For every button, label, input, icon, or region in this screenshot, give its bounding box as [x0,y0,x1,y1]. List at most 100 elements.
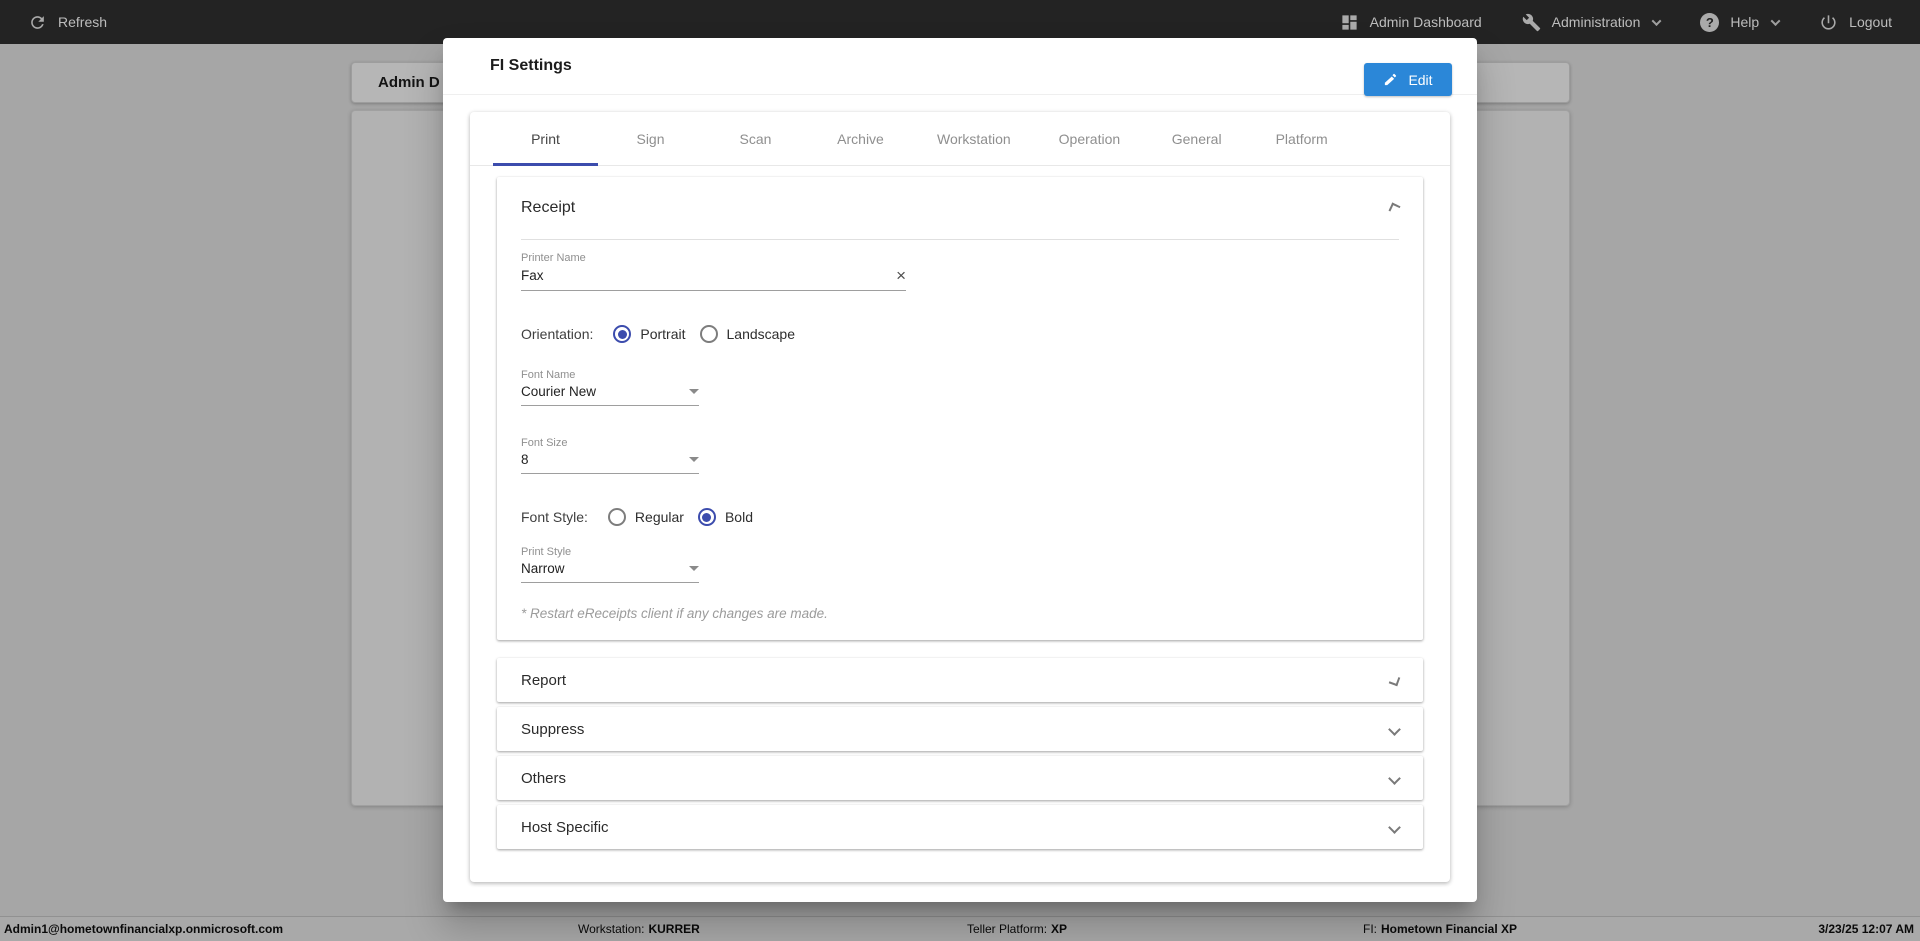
help-menu[interactable]: ? Help [1700,13,1779,32]
font-name-select[interactable]: Font Name Courier New [521,369,699,406]
radio-bold[interactable]: Bold [698,508,753,526]
font-size-value: 8 [521,452,529,467]
print-settings-sections: Receipt Printer Name Fax × [470,166,1450,849]
radio-regular[interactable]: Regular [608,508,684,526]
chevron-down-icon [1388,772,1401,785]
statusbar-workstation: Workstation: KURRER [578,922,700,936]
refresh-icon [28,13,47,32]
radio-selected-icon [698,508,716,526]
print-style-value: Narrow [521,561,565,576]
tab-operation[interactable]: Operation [1035,112,1144,165]
orientation-group: Orientation: Portrait Landscape [521,325,1399,343]
refresh-label: Refresh [58,14,107,30]
receipt-panel-title: Receipt [521,199,575,217]
chevron-down-icon [1388,723,1401,736]
font-size-label: Font Size [521,437,699,449]
orientation-label: Orientation: [521,326,593,342]
help-label: Help [1730,14,1759,30]
radio-unselected-icon [608,508,626,526]
statusbar: Admin1@hometownfinancialxp.onmicrosoft.c… [0,916,1920,941]
dropdown-arrow-icon[interactable] [689,566,699,571]
tab-sign[interactable]: Sign [598,112,703,165]
background-page-title: Admin D [378,74,440,91]
font-size-select[interactable]: Font Size 8 [521,437,699,474]
statusbar-fi: FI: Hometown Financial XP [1363,922,1517,936]
workstation-label: Workstation: [578,922,644,936]
host-specific-panel-title: Host Specific [521,819,609,836]
edit-button-label: Edit [1408,72,1432,88]
radio-portrait-label: Portrait [640,326,685,342]
pencil-icon [1383,72,1398,87]
tab-general[interactable]: General [1144,112,1249,165]
administration-menu[interactable]: Administration [1522,13,1661,32]
help-icon: ? [1700,13,1719,32]
suppress-panel-title: Suppress [521,721,584,738]
others-panel-header[interactable]: Others [497,756,1423,800]
fi-label: FI: [1363,922,1377,936]
font-name-value: Courier New [521,384,596,399]
printer-name-label: Printer Name [521,252,906,264]
radio-selected-icon [613,325,631,343]
dialog-title: FI Settings [490,57,572,75]
statusbar-user: Admin1@hometownfinancialxp.onmicrosoft.c… [4,922,283,936]
teller-platform-value: XP [1051,922,1067,936]
print-style-select[interactable]: Print Style Narrow [521,546,699,583]
chevron-down-icon [1652,16,1662,26]
fi-value: Hometown Financial XP [1381,922,1517,936]
dialog-header: FI Settings Edit [443,38,1477,95]
others-panel: Others [497,756,1423,800]
power-icon [1819,13,1838,32]
receipt-panel-header[interactable]: Receipt [497,177,1423,239]
font-style-group: Font Style: Regular Bold [521,508,1399,526]
expand-icon [1389,674,1401,686]
restart-note: * Restart eReceipts client if any change… [521,606,1399,640]
dropdown-arrow-icon[interactable] [689,457,699,462]
print-style-label: Print Style [521,546,699,558]
tab-scan[interactable]: Scan [703,112,808,165]
admin-dashboard-label: Admin Dashboard [1370,14,1482,30]
settings-tabs: Print Sign Scan Archive Workstation Oper… [470,112,1450,166]
radio-regular-label: Regular [635,509,684,525]
receipt-panel: Receipt Printer Name Fax × [497,177,1423,640]
radio-landscape[interactable]: Landscape [700,325,796,343]
teller-platform-label: Teller Platform: [967,922,1047,936]
admin-dashboard-button[interactable]: Admin Dashboard [1340,13,1482,32]
host-specific-panel-header[interactable]: Host Specific [497,805,1423,849]
topbar-nav: Admin Dashboard Administration ? Help Lo… [1340,13,1892,32]
dashboard-icon [1340,13,1359,32]
receipt-panel-body: Printer Name Fax × Orientation: Portrait [497,240,1423,640]
collapse-icon [1389,202,1401,214]
radio-portrait[interactable]: Portrait [613,325,685,343]
report-panel-header[interactable]: Report [497,658,1423,702]
refresh-button[interactable]: Refresh [28,13,107,32]
tab-archive[interactable]: Archive [808,112,913,165]
report-panel-title: Report [521,672,566,689]
report-panel: Report [497,658,1423,702]
printer-name-input[interactable]: Fax × [521,264,906,291]
chevron-down-icon [1771,16,1781,26]
host-specific-panel: Host Specific [497,805,1423,849]
font-style-label: Font Style: [521,509,588,525]
workstation-value: KURRER [648,922,699,936]
dropdown-arrow-icon[interactable] [689,389,699,394]
screen: Refresh Admin Dashboard Administration ?… [0,0,1920,941]
logout-label: Logout [1849,14,1892,30]
printer-name-field: Printer Name Fax × [521,252,906,291]
suppress-panel-header[interactable]: Suppress [497,707,1423,751]
wrench-icon [1522,13,1541,32]
chevron-down-icon [1388,821,1401,834]
radio-bold-label: Bold [725,509,753,525]
edit-button[interactable]: Edit [1364,63,1452,96]
printer-name-value: Fax [521,268,544,283]
statusbar-timestamp: 3/23/25 12:07 AM [1818,922,1914,936]
clear-icon[interactable]: × [896,267,906,284]
radio-unselected-icon [700,325,718,343]
radio-landscape-label: Landscape [727,326,796,342]
logout-button[interactable]: Logout [1819,13,1892,32]
tab-platform[interactable]: Platform [1249,112,1354,165]
statusbar-teller-platform: Teller Platform: XP [967,922,1067,936]
tab-print[interactable]: Print [493,112,598,165]
others-panel-title: Others [521,770,566,787]
tab-workstation[interactable]: Workstation [913,112,1035,165]
administration-label: Administration [1552,14,1641,30]
